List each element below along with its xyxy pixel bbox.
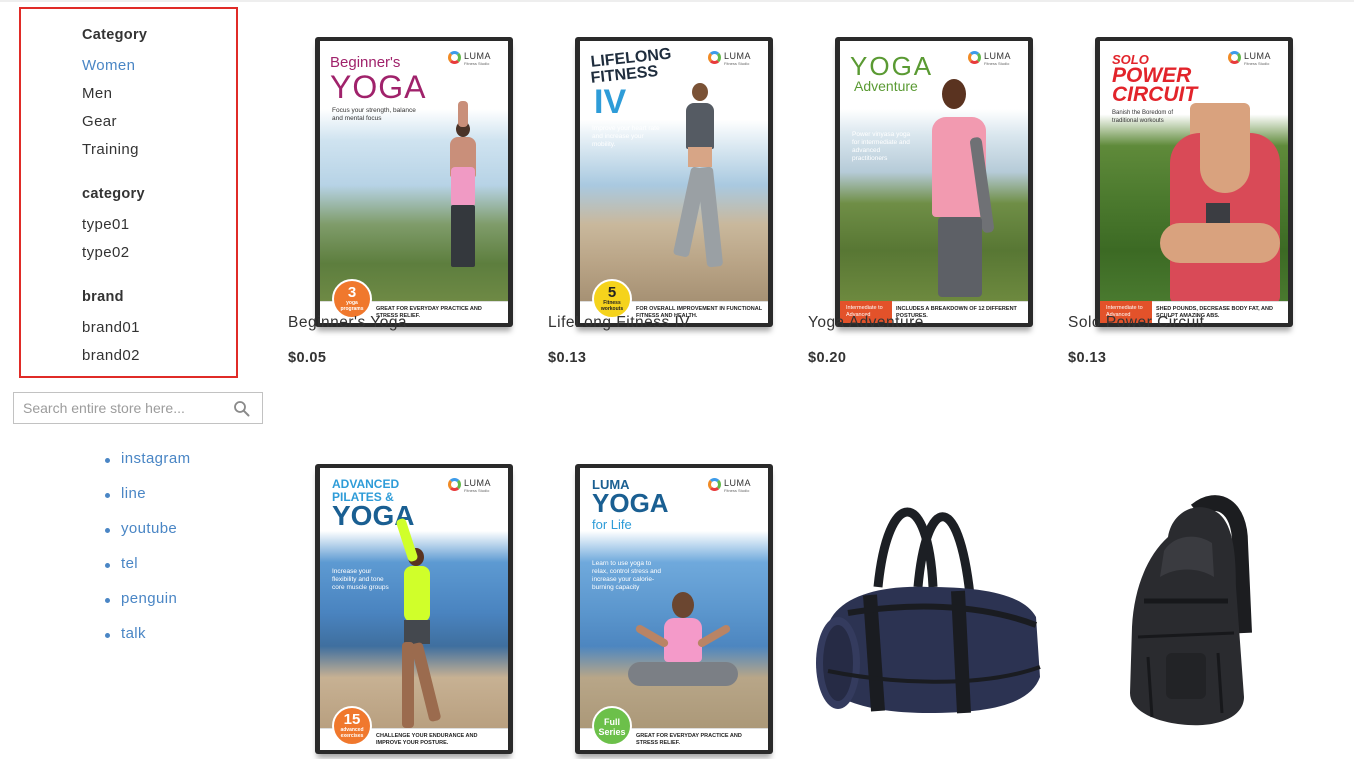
luma-logo: LUMA Fitness Studio — [448, 50, 500, 68]
luma-logo: LUMA Fitness Studio — [708, 477, 760, 495]
cover-title-sub: CIRCUIT — [1112, 83, 1198, 106]
product-image[interactable] — [808, 427, 1048, 727]
dvd-case: ADVANCED PILATES & YOGA Increase your fl… — [315, 464, 513, 754]
filter-item-men[interactable]: Men — [82, 85, 112, 102]
filter-item-women[interactable]: Women — [82, 57, 135, 74]
cover-tagline: Power vinyasa yoga for intermediate and … — [852, 131, 911, 162]
cover-tagline: Improve your heart rate and increase you… — [592, 125, 660, 148]
dvd-case: LIFELONG FITNESS IV Improve your heart r… — [575, 37, 773, 327]
product-image[interactable]: Beginner's YOGA Focus your strength, bal… — [288, 0, 528, 327]
product-image[interactable]: YOGA Adventure Power vinyasa yoga for in… — [808, 0, 1048, 327]
social-link-tel[interactable]: tel — [102, 555, 190, 590]
product-price: $0.13 — [548, 350, 587, 366]
filter-item-training[interactable]: Training — [82, 141, 139, 158]
cover-title-main: YOGA — [330, 69, 427, 105]
filter-item-type01[interactable]: type01 — [82, 216, 129, 233]
luma-logo: LUMA Fitness Studio — [1228, 50, 1280, 68]
filter-item-type02[interactable]: type02 — [82, 244, 129, 261]
cover-title-main: Adventure — [854, 78, 918, 94]
cover-title: YOGA — [850, 51, 934, 81]
search-input[interactable] — [14, 393, 229, 423]
model-figure — [624, 592, 744, 702]
cover-badge: Full Series — [592, 706, 632, 746]
cover-title-main: YOGA — [592, 488, 669, 518]
cover-tagline: Increase your flexibility and tone core … — [332, 568, 389, 591]
cover-title: ADVANCED — [332, 477, 400, 491]
model-figure — [918, 77, 1008, 303]
product-image[interactable]: LUMA YOGA for Life Learn to use yoga to … — [548, 427, 788, 754]
social-link-youtube[interactable]: youtube — [102, 520, 190, 555]
filter-panel: Category Women Men Gear Training categor… — [19, 7, 238, 378]
cover-tagline: Focus your strength, balance and mental … — [332, 107, 416, 122]
cover-badge: 15 advanced exercises — [332, 706, 372, 746]
product-price: $0.13 — [1068, 350, 1107, 366]
search-icon[interactable] — [233, 400, 250, 417]
model-figure — [442, 101, 482, 271]
product-price: $0.05 — [288, 350, 327, 366]
luma-logo: LUMA Fitness Studio — [448, 477, 500, 495]
cover-title-numeral: IV — [594, 83, 627, 121]
social-link-instagram[interactable]: instagram — [102, 450, 190, 485]
filter-group-title-brand: brand — [82, 289, 124, 305]
filter-group-title-category: Category — [82, 27, 148, 43]
cover-badge: 5 Fitness workouts — [592, 279, 632, 319]
model-figure — [1160, 103, 1288, 303]
social-links-list: instagram line youtube tel penguin talk — [102, 450, 190, 660]
product-name[interactable]: Beginner's Yoga — [288, 314, 407, 332]
product-image[interactable]: LIFELONG FITNESS IV Improve your heart r… — [548, 0, 788, 327]
dvd-case: LUMA YOGA for Life Learn to use yoga to … — [575, 464, 773, 754]
filter-item-gear[interactable]: Gear — [82, 113, 117, 130]
luma-logo: LUMA Fitness Studio — [968, 50, 1020, 68]
social-link-line[interactable]: line — [102, 485, 190, 520]
social-link-penguin[interactable]: penguin — [102, 590, 190, 625]
dvd-case: YOGA Adventure Power vinyasa yoga for in… — [835, 37, 1033, 327]
product-image[interactable]: ADVANCED PILATES & YOGA Increase your fl… — [288, 427, 528, 754]
model-figure — [672, 81, 732, 291]
product-price: $0.20 — [808, 350, 847, 366]
product-image[interactable] — [1068, 427, 1308, 727]
social-link-talk[interactable]: talk — [102, 625, 190, 660]
luma-logo: LUMA Fitness Studio — [708, 50, 760, 68]
sling-backpack-image — [1130, 495, 1252, 726]
product-name[interactable]: Solo Power Circuit — [1068, 314, 1205, 332]
dvd-case: Beginner's YOGA Focus your strength, bal… — [315, 37, 513, 327]
product-image[interactable]: SOLO POWER CIRCUIT Banish the Boredom of… — [1068, 0, 1308, 327]
store-search — [13, 392, 263, 424]
cover-badge: 3 yoga programs — [332, 279, 372, 319]
product-name[interactable]: Yoga Adventure — [808, 314, 924, 332]
model-figure — [394, 517, 444, 728]
duffle-bag-image — [816, 507, 1041, 714]
cover-tagline: Learn to use yoga to relax, control stre… — [592, 560, 662, 591]
filter-item-brand02[interactable]: brand02 — [82, 347, 140, 364]
cover-title: Beginner's — [330, 54, 401, 71]
product-name[interactable]: LifeLong Fitness IV — [548, 314, 690, 332]
filter-item-brand01[interactable]: brand01 — [82, 319, 140, 336]
cover-title-sub: for Life — [592, 517, 632, 532]
dvd-case: SOLO POWER CIRCUIT Banish the Boredom of… — [1095, 37, 1293, 327]
filter-group-title-type: category — [82, 186, 145, 202]
